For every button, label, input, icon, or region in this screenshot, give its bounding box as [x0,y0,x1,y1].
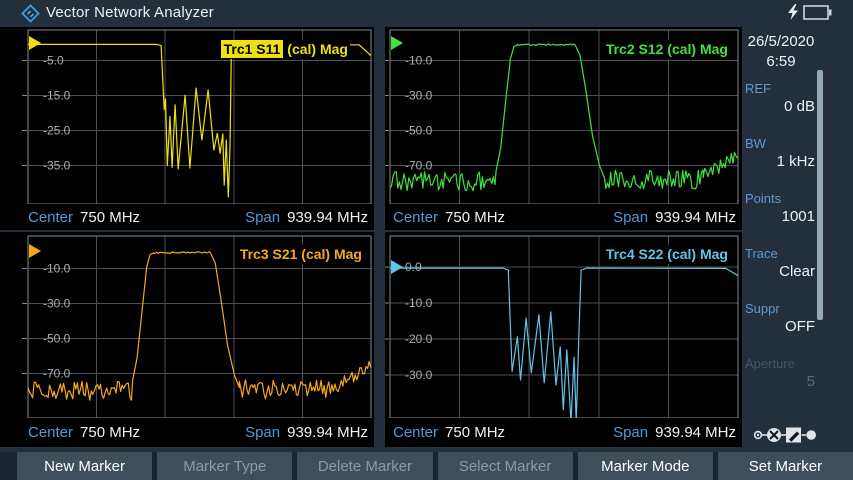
softkey-bar: New Marker Marker Type Delete Marker Sel… [0,452,853,480]
trace-format: (cal) Mag [663,41,728,57]
center-frequency[interactable]: 750 MHz [80,209,140,226]
brand-logo-icon [21,4,40,23]
span-label: Span [613,424,648,441]
sidebar-item-suppr[interactable]: Suppr OFF [745,300,815,355]
trace-format: (cal) Mag [283,41,348,57]
trace-format: (cal) Mag [297,246,362,262]
softkey-marker-type[interactable]: Marker Type [157,452,292,480]
center-label: Center [28,424,73,441]
date: 26/5/2020 [745,32,817,52]
svg-text:-5.0: -5.0 [43,54,64,68]
svg-text:-50.0: -50.0 [43,332,71,346]
time: 6:59 [745,52,817,72]
plot-trc4-s22: 0.0 -10.0 -20.0 -30.0 [385,232,742,447]
scrollbar-thumb[interactable] [817,70,823,320]
quadrant-trc4-s22[interactable]: 0.0 -10.0 -20.0 -30.0 Trc4 S22 (cal) Mag Ce… [385,232,742,447]
center-label: Center [393,424,438,441]
softkey-set-marker[interactable]: Set Marker [718,452,853,480]
svg-text:-10.0: -10.0 [405,54,433,68]
charging-bolt-icon [787,4,799,21]
title-bar: Vector Network Analyzer [0,0,853,27]
datetime: 26/5/2020 6:59 [745,32,817,72]
center-label: Center [393,209,438,226]
svg-text:-20.0: -20.0 [405,332,433,346]
svg-text:-70.0: -70.0 [43,367,71,381]
quadrant-trc3-s21[interactable]: -10.0-30.0-50.0-70.0 Trc3 S21 (cal) Mag … [0,232,374,447]
trace-name: Trc3 S21 [240,246,298,262]
plot-trc3-s21: -10.0 -30.0 -50.0 -70.0 [0,232,374,447]
svg-text:0.0: 0.0 [405,260,422,274]
svg-text:-25.0: -25.0 [43,124,71,138]
trace-format: (cal) Mag [663,246,728,262]
trace-label-trc4[interactable]: Trc4 S22 (cal) Mag [604,245,730,264]
softkey-select-marker[interactable]: Select Marker [438,452,573,480]
quadrant-trc2-s12[interactable]: -10.0-30.0-50.0-70.0 Trc2 S12 (cal) Mag … [385,27,742,230]
freq-footer: Center 750 MHz Span 939.94 MHz [0,418,374,447]
span-label: Span [613,209,648,226]
sidebar-item-trace[interactable]: Trace Clear [745,245,815,300]
battery-icon [803,5,832,20]
center-frequency[interactable]: 750 MHz [445,209,505,226]
app-title: Vector Network Analyzer [46,4,214,21]
span-frequency[interactable]: 939.94 MHz [287,209,368,226]
sidebar-item-aperture: Aperture 5 [745,355,815,410]
sidebar: 26/5/2020 6:59 REF 0 dB BW 1 kHz Points … [742,27,853,452]
freq-footer: Center 750 MHz Span 939.94 MHz [385,204,742,230]
svg-text:-30.0: -30.0 [405,89,433,103]
softkey-delete-marker[interactable]: Delete Marker [297,452,432,480]
sidebar-item-ref[interactable]: REF 0 dB [745,80,815,135]
vna-screen: Vector Network Analyzer -5.0 -15.0 -25.0 -3… [0,0,853,480]
port-config-icon [753,424,817,446]
svg-text:-70.0: -70.0 [405,159,433,173]
freq-footer: Center 750 MHz Span 939.94 MHz [385,418,742,447]
trace-name: Trc4 S22 [606,246,664,262]
svg-text:-10.0: -10.0 [43,262,71,276]
trace-label-trc2[interactable]: Trc2 S12 (cal) Mag [604,40,730,59]
span-frequency[interactable]: 939.94 MHz [287,424,368,441]
svg-text:-50.0: -50.0 [405,124,433,138]
trace-name: Trc2 S12 [606,41,664,57]
svg-text:-30.0: -30.0 [405,368,433,382]
span-label: Span [245,424,280,441]
sidebar-item-bw[interactable]: BW 1 kHz [745,135,815,190]
softkey-marker-mode[interactable]: Marker Mode [578,452,713,480]
svg-text:-10.0: -10.0 [405,296,433,310]
center-frequency[interactable]: 750 MHz [445,424,505,441]
center-frequency[interactable]: 750 MHz [80,424,140,441]
freq-footer: Center 750 MHz Span 939.94 MHz [0,204,374,230]
span-frequency[interactable]: 939.94 MHz [655,424,736,441]
trace-label-trc3[interactable]: Trc3 S21 (cal) Mag [238,245,364,264]
trace-label-trc1[interactable]: Trc1 S11 (cal) Mag [219,40,350,59]
svg-text:-15.0: -15.0 [43,89,71,103]
center-label: Center [28,209,73,226]
softkey-new-marker[interactable]: New Marker [17,452,152,480]
svg-text:-30.0: -30.0 [43,297,71,311]
quadrant-trc1-s11[interactable]: -5.0 -15.0 -25.0 -35.0 Trc1 S11 (cal) Mag C… [0,27,374,230]
trace-name: Trc1 S11 [221,40,284,58]
svg-text:-35.0: -35.0 [43,159,71,173]
sidebar-item-points[interactable]: Points 1001 [745,190,815,245]
span-label: Span [245,209,280,226]
span-frequency[interactable]: 939.94 MHz [655,209,736,226]
